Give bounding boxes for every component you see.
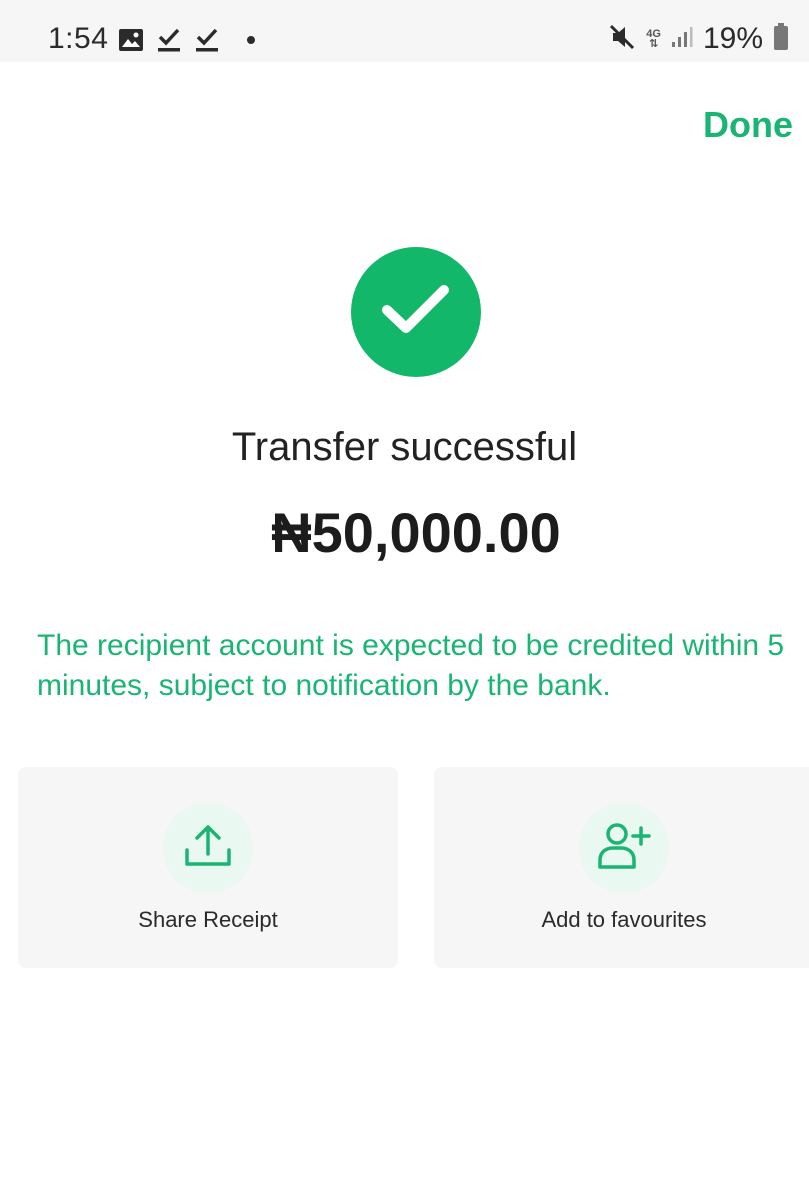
share-upload-icon: [184, 824, 232, 873]
network-label: 4G: [646, 28, 661, 40]
image-icon: [118, 28, 144, 52]
add-to-favourites-button[interactable]: Add to favourites: [434, 767, 809, 968]
add-to-favourites-label: Add to favourites: [541, 907, 707, 932]
status-left-icons: [118, 26, 256, 54]
done-button[interactable]: Done: [703, 104, 793, 146]
signal-icon: [671, 26, 693, 53]
mute-icon: [608, 23, 636, 56]
share-icon-wrap: [163, 803, 253, 893]
transfer-amount: ₦50,000.00: [271, 501, 561, 564]
share-receipt-button[interactable]: Share Receipt: [18, 767, 398, 968]
add-user-icon-wrap: [579, 803, 669, 893]
download-done-icon: [194, 27, 220, 53]
share-receipt-label: Share Receipt: [138, 907, 278, 932]
dot-icon: [246, 35, 256, 45]
success-badge: [351, 247, 481, 377]
add-user-icon: [597, 822, 651, 875]
network-4g-icon: 4G ⇅: [646, 28, 661, 50]
status-right-icons: 4G ⇅ 19%: [608, 22, 789, 56]
download-done-icon: [156, 27, 182, 53]
status-bar: 1:54 4G ⇅ 19%: [0, 0, 809, 62]
transfer-status-title: Transfer successful: [231, 425, 578, 469]
battery-icon: [773, 22, 789, 56]
status-time: 1:54: [48, 22, 109, 55]
check-icon: [381, 282, 451, 343]
battery-percent: 19%: [702, 22, 763, 55]
credit-notice: The recipient account is expected to be …: [37, 629, 785, 702]
